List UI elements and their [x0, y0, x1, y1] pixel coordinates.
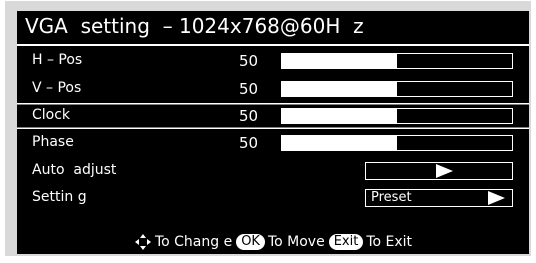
four-way-arrow-icon: [134, 233, 152, 251]
vga-setting-menu: VGA setting – 1024x768@60H z H – Pos 50 …: [17, 11, 529, 254]
osd-frame: VGA setting – 1024x768@60H z H – Pos 50 …: [5, 1, 531, 256]
auto-adjust-button[interactable]: [365, 162, 513, 180]
play-arrow-icon: [436, 164, 453, 178]
exit-hint: To Exit: [366, 234, 413, 250]
ok-key: OK: [236, 234, 265, 250]
menu-row-auto-adjust[interactable]: Auto adjust: [17, 158, 529, 184]
slider-fill: [282, 109, 397, 123]
h-pos-slider[interactable]: [281, 53, 513, 69]
row-label: Clock: [32, 107, 71, 123]
move-hint: To Move: [267, 234, 325, 250]
help-footer: To Chang e OK To Move Exit To Exit: [17, 231, 529, 253]
row-label: Auto adjust: [32, 162, 117, 178]
v-pos-slider[interactable]: [281, 81, 513, 97]
row-label: Settin g: [32, 189, 87, 205]
setting-select[interactable]: Preset: [365, 189, 513, 207]
play-arrow-icon: [488, 191, 505, 205]
menu-row-setting[interactable]: Settin g Preset: [17, 185, 529, 211]
row-value: 50: [239, 107, 259, 125]
slider-fill: [282, 82, 397, 96]
menu-row-clock[interactable]: Clock 50: [17, 103, 529, 129]
row-value: 50: [239, 134, 259, 152]
clock-slider[interactable]: [281, 108, 513, 124]
slider-fill: [282, 136, 397, 150]
row-label: Phase: [32, 134, 74, 150]
phase-slider[interactable]: [281, 135, 513, 151]
menu-row-h-pos[interactable]: H – Pos 50: [17, 48, 529, 74]
slider-fill: [282, 54, 397, 68]
row-label: H – Pos: [32, 52, 83, 68]
menu-row-v-pos[interactable]: V – Pos 50: [17, 76, 529, 102]
exit-key: Exit: [328, 234, 364, 250]
menu-title: VGA setting – 1024x768@60H z: [25, 14, 364, 38]
title-divider: [17, 44, 529, 46]
menu-row-phase[interactable]: Phase 50: [17, 130, 529, 156]
change-hint: To Chang e: [154, 234, 233, 250]
row-value: 50: [239, 80, 259, 98]
row-value: 50: [239, 52, 259, 70]
row-label: V – Pos: [32, 80, 82, 96]
setting-option: Preset: [371, 190, 412, 205]
